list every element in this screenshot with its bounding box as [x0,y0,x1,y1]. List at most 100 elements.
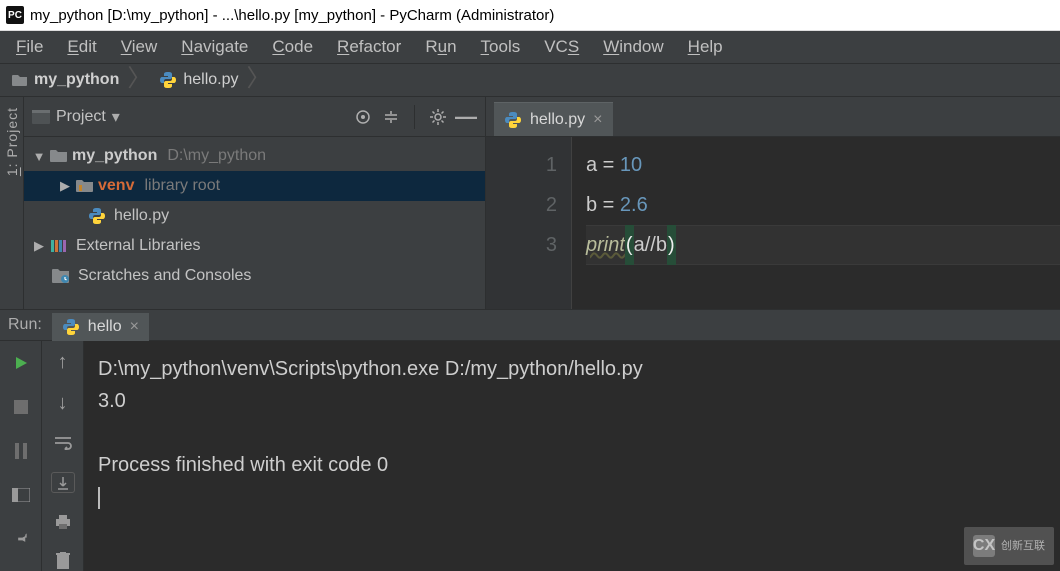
menu-edit[interactable]: Edit [57,34,106,60]
soft-wrap-icon[interactable] [51,433,75,454]
run-label: Run: [8,316,42,334]
python-file-icon [62,318,80,336]
line-number: 1 [486,145,557,185]
caret-icon [98,487,100,509]
breadcrumb-separator-icon: 〉 [127,67,151,91]
editor-area: hello.py × 1 2 3 a = 10 b = 2.6 print(a/… [486,97,1060,309]
breadcrumb-root-label: my_python [34,71,119,89]
run-toolbar-primary [0,341,42,571]
tree-venv-hint: library root [144,177,220,195]
expand-arrow-icon[interactable]: ▶ [32,238,46,254]
tree-venv-node[interactable]: ▶ venv library root [24,171,485,201]
project-view-dropdown-icon[interactable]: ▾ [112,107,120,127]
editor-tabs: hello.py × [486,97,1060,137]
tree-extlib-label: External Libraries [76,237,201,255]
project-toolwindow-tab[interactable]: 1: Project [4,107,20,176]
run-console[interactable]: D:\my_python\venv\Scripts\python.exe D:/… [84,341,1060,571]
project-panel-header: Project ▾ — [24,97,485,137]
breadcrumb-bar: my_python 〉 hello.py 〉 [0,63,1060,97]
python-file-icon [159,71,177,89]
editor-tab-hello[interactable]: hello.py × [494,102,613,136]
project-panel-icon [32,110,50,124]
code-line[interactable]: b = 2.6 [586,185,1060,225]
scroll-from-source-icon[interactable] [352,106,374,128]
tree-external-libraries[interactable]: ▶ External Libraries [24,231,485,261]
menu-tools[interactable]: Tools [471,34,531,60]
app-logo-icon: PC [6,6,24,24]
menu-refactor[interactable]: Refactor [327,34,411,60]
left-toolstrip: 1: Project [0,97,24,309]
python-file-icon [88,207,106,225]
menu-file[interactable]: File [6,34,53,60]
tree-file-label: hello.py [114,207,169,225]
close-tab-icon[interactable]: × [593,111,602,129]
down-arrow-icon[interactable]: ↓ [51,392,75,415]
up-arrow-icon[interactable]: ↑ [51,351,75,374]
project-tree: ▼ my_python D:\my_python ▶ venv library … [24,137,485,295]
run-toolbar-secondary: ↑ ↓ [42,341,84,571]
console-line: D:\my_python\venv\Scripts\python.exe D:/… [98,353,1046,385]
editor-body[interactable]: 1 2 3 a = 10 b = 2.6 print(a//b) [486,137,1060,309]
project-panel-title: Project [56,108,106,126]
console-line [98,417,1046,449]
run-tabs-bar: Run: hello × [0,309,1060,341]
editor-tab-label: hello.py [530,111,585,129]
console-line: Process finished with exit code 0 [98,449,1046,481]
scroll-to-end-icon[interactable] [51,472,75,493]
code-line[interactable]: a = 10 [586,145,1060,185]
window-title: my_python [D:\my_python] - ...\hello.py … [30,7,554,24]
tree-root-label: my_python [72,147,157,165]
expand-arrow-icon[interactable]: ▼ [32,149,46,164]
breadcrumb-separator-icon: 〉 [247,67,271,91]
watermark-logo-icon: CX [973,535,995,557]
tree-file-node[interactable]: hello.py [24,201,485,231]
print-icon[interactable] [51,511,75,532]
stop-icon[interactable] [9,395,33,419]
trash-icon[interactable] [51,550,75,571]
settings-gear-icon[interactable] [427,106,449,128]
folder-icon [12,73,28,87]
code-area[interactable]: a = 10 b = 2.6 print(a//b) [572,137,1060,309]
breadcrumb-file-label: hello.py [183,71,238,89]
watermark-text: 创新互联 [1001,530,1045,562]
expand-arrow-icon[interactable]: ▶ [58,178,72,194]
tree-root-path: D:\my_python [167,147,266,165]
menu-run[interactable]: Run [415,34,466,60]
library-folder-icon [76,179,94,193]
layout-icon[interactable] [9,483,33,507]
folder-icon [50,149,68,163]
code-line-current[interactable]: print(a//b) [586,225,1060,265]
menu-code[interactable]: Code [262,34,323,60]
hide-panel-icon[interactable]: — [455,106,477,128]
rerun-icon[interactable] [9,351,33,375]
console-caret-line [98,481,1046,513]
close-tab-icon[interactable]: × [130,318,139,336]
run-toolwindow: Run: hello × ↑ ↓ D:\my_python\venv\Scrip… [0,309,1060,571]
line-number: 2 [486,185,557,225]
menu-view[interactable]: View [111,34,168,60]
python-file-icon [504,111,522,129]
breadcrumb-file[interactable]: hello.py [153,64,244,96]
tree-scratches-label: Scratches and Consoles [78,267,251,285]
project-panel: Project ▾ — ▼ my_python D:\my_python ▶ v… [24,97,486,309]
collapse-all-icon[interactable] [380,106,402,128]
breadcrumb-root[interactable]: my_python [6,64,125,96]
line-number: 3 [486,225,557,265]
watermark: CX 创新互联 [964,527,1054,565]
menu-help[interactable]: Help [678,34,733,60]
menu-vcs[interactable]: VCS [534,34,589,60]
run-tab-hello[interactable]: hello × [52,313,149,341]
pause-icon[interactable] [9,439,33,463]
scratches-icon [52,268,70,284]
menu-navigate[interactable]: Navigate [171,34,258,60]
libraries-icon [50,238,68,254]
tree-root-node[interactable]: ▼ my_python D:\my_python [24,141,485,171]
run-tab-label: hello [88,318,122,336]
line-gutter: 1 2 3 [486,137,572,309]
console-line: 3.0 [98,385,1046,417]
menu-window[interactable]: Window [593,34,673,60]
pin-icon[interactable] [9,527,33,551]
window-titlebar: PC my_python [D:\my_python] - ...\hello.… [0,0,1060,31]
tree-scratches[interactable]: Scratches and Consoles [24,261,485,291]
main-menubar: File Edit View Navigate Code Refactor Ru… [0,31,1060,63]
